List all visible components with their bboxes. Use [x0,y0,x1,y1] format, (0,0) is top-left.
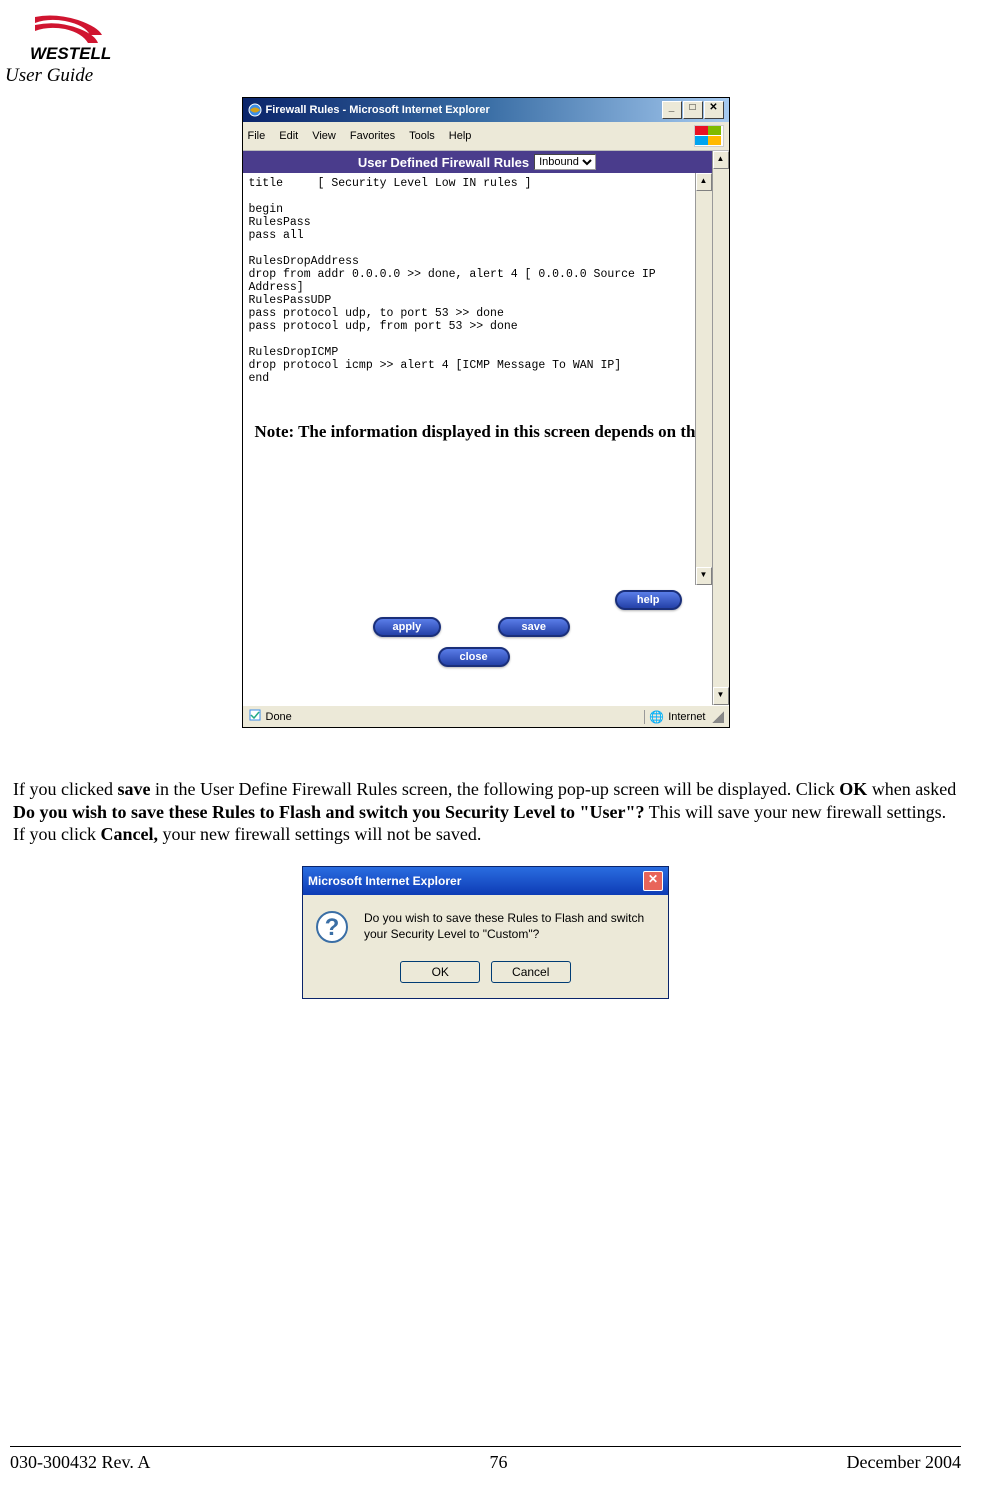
dialog-titlebar[interactable]: Microsoft Internet Explorer ✕ [303,867,668,895]
menu-tools[interactable]: Tools [409,130,435,142]
status-text: Done [266,711,292,723]
dialog-title: Microsoft Internet Explorer [308,874,461,888]
footer-date: December 2004 [847,1452,961,1473]
confirm-dialog: Microsoft Internet Explorer ✕ ? Do you w… [302,866,669,999]
menu-help[interactable]: Help [449,130,472,142]
close-window-button[interactable]: ✕ [704,101,724,119]
page-scrollbar[interactable]: ▲ ▼ [712,151,729,705]
footer-page-number: 76 [489,1452,507,1473]
menu-file[interactable]: File [248,130,266,142]
rules-text-content: title [ Security Level Low IN rules ] be… [249,177,656,385]
maximize-button[interactable]: □ [683,101,703,119]
cancel-button[interactable]: Cancel [491,961,571,983]
dialog-message: Do you wish to save these Rules to Flash… [364,910,656,942]
scroll-down-icon[interactable]: ▼ [713,687,729,705]
save-button[interactable]: save [498,617,570,637]
minimize-button[interactable]: _ [662,101,682,119]
menu-view[interactable]: View [312,130,336,142]
ie-window-firewall-rules: Firewall Rules - Microsoft Internet Expl… [242,97,730,728]
page-footer: 030-300432 Rev. A 76 December 2004 [10,1446,961,1473]
menu-favorites[interactable]: Favorites [350,130,395,142]
dialog-close-button[interactable]: ✕ [643,871,663,891]
svg-text:WESTELL: WESTELL [30,44,111,63]
ie-icon [248,103,262,117]
textarea-scrollbar[interactable]: ▲ ▼ [695,173,712,585]
rules-textarea[interactable]: title [ Security Level Low IN rules ] be… [243,173,695,585]
apply-button[interactable]: apply [373,617,442,637]
panel-title: User Defined Firewall Rules [358,155,529,170]
westell-logo: WESTELL [30,15,961,63]
window-title: Firewall Rules - Microsoft Internet Expl… [266,104,490,116]
close-button[interactable]: close [438,647,510,667]
panel-header: User Defined Firewall Rules Inbound [243,151,712,173]
window-titlebar[interactable]: Firewall Rules - Microsoft Internet Expl… [243,98,729,122]
note-overlay: Note: The information displayed in this … [255,421,675,442]
done-icon [248,708,262,725]
scroll-up-icon[interactable]: ▲ [696,173,712,191]
user-guide-label: User Guide [5,65,961,87]
zone-text: Internet [668,711,705,723]
svg-text:?: ? [325,914,340,941]
help-button[interactable]: help [615,590,682,610]
direction-select[interactable]: Inbound [534,154,596,170]
question-icon: ? [315,910,349,949]
scroll-up-icon[interactable]: ▲ [713,151,729,169]
resize-grip-icon[interactable] [712,711,724,723]
menu-edit[interactable]: Edit [279,130,298,142]
instruction-paragraph: If you clicked save in the User Define F… [10,778,961,846]
scroll-down-icon[interactable]: ▼ [696,567,712,585]
footer-revision: 030-300432 Rev. A [10,1452,150,1473]
internet-zone-icon: 🌐 [649,710,664,724]
windows-flag-icon [694,125,724,147]
ok-button[interactable]: OK [400,961,480,983]
